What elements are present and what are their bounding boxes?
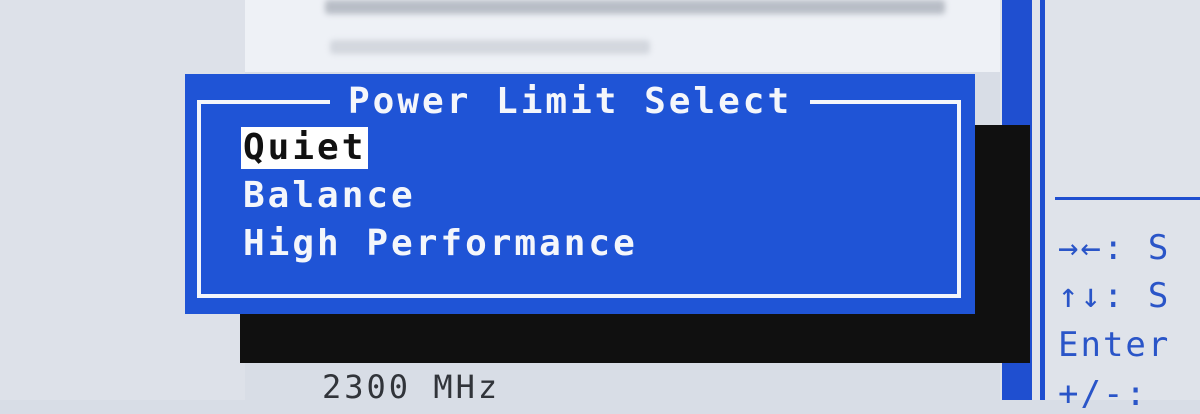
help-line-left-right: →←: S [1058,228,1171,268]
power-limit-dialog: Power Limit Select Quiet Balance High Pe… [185,74,975,314]
left-right-arrows-icon: →← [1058,228,1103,268]
help-panel-separator [1055,197,1200,200]
frequency-value: 2300 MHz [322,368,501,406]
panel-divider [1040,0,1045,400]
help-line-up-down: ↑↓: S [1058,276,1171,316]
option-balance[interactable]: Balance [241,175,418,217]
help-line-plus-minus: +/-: [1058,374,1148,414]
up-down-arrows-icon: ↑↓ [1058,276,1103,316]
dialog-title: Power Limit Select [330,80,811,124]
option-quiet[interactable]: Quiet [241,127,369,169]
blurred-text-row [325,0,945,14]
help-line-enter: Enter [1058,325,1171,365]
blurred-text-row [330,40,650,54]
option-high-performance[interactable]: High Performance [241,223,640,265]
